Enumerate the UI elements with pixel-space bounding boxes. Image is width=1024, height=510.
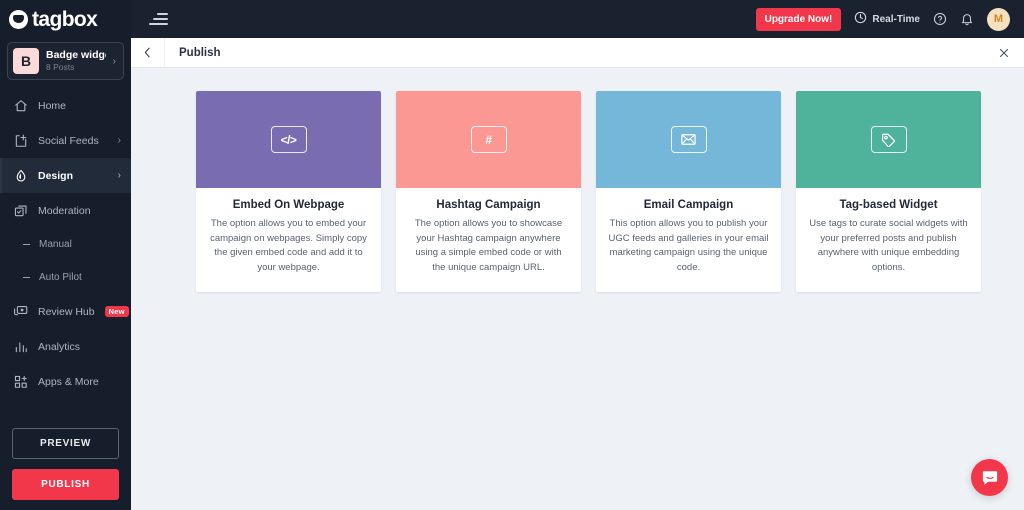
code-brackets-icon: </> — [270, 126, 307, 153]
moderation-icon — [13, 203, 28, 218]
sidebar-item-label: Analytics — [38, 340, 81, 353]
publish-card-embed-on-webpage[interactable]: </> Embed On Webpage The option allows y… — [196, 91, 381, 292]
dash-icon — [23, 277, 30, 278]
widget-post-count: 8 Posts — [46, 62, 75, 73]
card-title: Embed On Webpage — [232, 199, 345, 211]
card-description: The option allows you to showcase your H… — [414, 218, 563, 274]
sidebar-item-label: Home — [38, 99, 67, 112]
clock-icon — [854, 11, 867, 27]
apps-more-icon — [13, 374, 28, 389]
card-icon-glyph: # — [485, 132, 492, 147]
sidebar-item-home[interactable]: Home — [0, 88, 131, 123]
help-circle-icon[interactable] — [933, 12, 947, 26]
card-description: Use tags to curate social widgets with y… — [809, 218, 968, 274]
publish-options-panel: </> Embed On Webpage The option allows y… — [131, 68, 1024, 510]
card-description: The option allows you to embed your camp… — [210, 218, 367, 274]
card-title: Email Campaign — [643, 199, 734, 211]
app-root: tagbox B Badge widget 8 Posts › Home — [0, 0, 1024, 510]
design-drop-icon — [13, 168, 28, 183]
envelope-icon — [670, 126, 707, 153]
sidebar-item-label: Moderation — [38, 204, 91, 217]
hamburger-menu-icon[interactable] — [149, 12, 168, 26]
card-body: Email Campaign This option allows you to… — [596, 188, 781, 292]
preview-button[interactable]: PREVIEW — [12, 428, 119, 459]
sidebar-item-label: Social Feeds — [38, 134, 99, 147]
card-title: Tag-based Widget — [839, 199, 938, 211]
sidebar-subitem-auto-pilot[interactable]: Auto Pilot — [0, 261, 131, 294]
sidebar-item-apps-more[interactable]: Apps & More — [0, 364, 131, 399]
sidebar-actions: PREVIEW PUBLISH — [0, 428, 131, 510]
top-bar: Upgrade Now! Real-Time M — [131, 0, 1024, 38]
card-header: </> — [196, 91, 381, 188]
sidebar-item-moderation[interactable]: Moderation — [0, 193, 131, 228]
card-body: Hashtag Campaign The option allows you t… — [396, 188, 581, 292]
card-description: This option allows you to publish your U… — [608, 218, 769, 274]
avatar[interactable]: M — [987, 7, 1010, 31]
status-badge: New — [104, 306, 129, 317]
chevron-right-icon: › — [117, 135, 121, 146]
page-subheader: Publish — [131, 37, 1024, 68]
page-title: Publish — [179, 46, 221, 59]
publish-card-hashtag-campaign[interactable]: # Hashtag Campaign The option allows you… — [396, 91, 581, 292]
chevron-right-icon: › — [112, 55, 116, 67]
realtime-label: Real-Time — [872, 13, 920, 25]
sidebar-item-design[interactable]: Design › — [0, 158, 131, 193]
topbar-actions: Upgrade Now! Real-Time M — [755, 7, 1010, 31]
sidebar-item-analytics[interactable]: Analytics — [0, 329, 131, 364]
sidebar-subitem-label: Manual — [39, 239, 72, 250]
publish-card-tag-based-widget[interactable]: Tag-based Widget Use tags to curate soci… — [796, 91, 981, 292]
sidebar-subitem-manual[interactable]: Manual — [0, 228, 131, 261]
card-icon-glyph: </> — [280, 132, 297, 147]
close-icon[interactable] — [984, 38, 1024, 68]
chevron-right-icon: › — [117, 170, 121, 181]
publish-card-email-campaign[interactable]: Email Campaign This option allows you to… — [596, 91, 781, 292]
review-hub-icon — [13, 304, 28, 319]
sidebar-item-label: Review Hub — [38, 305, 95, 318]
publish-button[interactable]: PUBLISH — [12, 469, 119, 500]
app-logo[interactable]: tagbox — [0, 0, 131, 38]
main-column: Upgrade Now! Real-Time M Publish </> Emb… — [131, 0, 1024, 510]
social-feeds-icon — [13, 133, 28, 148]
widget-title: Badge widget — [46, 48, 106, 61]
widget-avatar: B — [13, 48, 39, 74]
realtime-toggle[interactable]: Real-Time — [854, 11, 920, 27]
card-body: Embed On Webpage The option allows you t… — [196, 188, 381, 292]
hashtag-icon: # — [470, 126, 507, 153]
sidebar-nav: Home Social Feeds › Design › Moderation … — [0, 88, 131, 399]
sidebar: tagbox B Badge widget 8 Posts › Home — [0, 0, 131, 510]
tag-icon — [870, 126, 907, 153]
intercom-chat-icon[interactable] — [971, 459, 1008, 496]
sidebar-subitem-label: Auto Pilot — [39, 272, 82, 283]
chevron-left-icon[interactable] — [131, 37, 165, 68]
card-header: # — [396, 91, 581, 188]
badge-widget-selector[interactable]: B Badge widget 8 Posts › — [7, 42, 124, 80]
card-header — [596, 91, 781, 188]
publish-cards-grid: </> Embed On Webpage The option allows y… — [131, 91, 1024, 292]
sidebar-item-label: Design — [38, 169, 74, 182]
analytics-icon — [13, 339, 28, 354]
sidebar-item-social-feeds[interactable]: Social Feeds › — [0, 123, 131, 158]
sidebar-item-label: Apps & More — [38, 375, 99, 388]
bell-icon[interactable] — [960, 12, 974, 26]
upgrade-now-button[interactable]: Upgrade Now! — [755, 7, 842, 31]
sidebar-item-review-hub[interactable]: Review Hub New — [0, 294, 131, 329]
dash-icon — [23, 244, 30, 245]
tagbox-mark-icon — [9, 9, 28, 29]
card-body: Tag-based Widget Use tags to curate soci… — [796, 188, 981, 292]
logo-text: tagbox — [32, 7, 98, 31]
home-icon — [13, 98, 28, 113]
card-title: Hashtag Campaign — [436, 199, 541, 211]
card-header — [796, 91, 981, 188]
